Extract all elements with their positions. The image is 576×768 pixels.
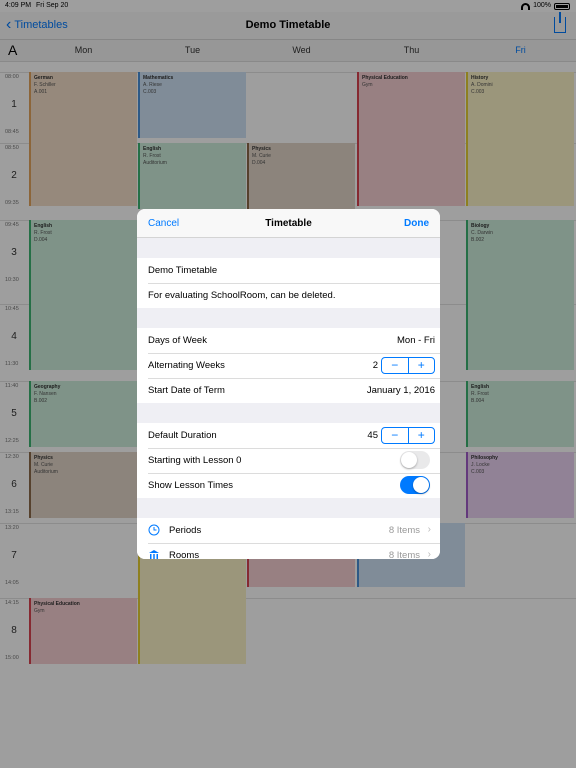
alternating-weeks-label: Alternating Weeks — [148, 360, 225, 371]
start-date-value: January 1, 2016 — [366, 385, 435, 396]
chevron-right-icon: › — [427, 524, 431, 535]
chevron-right-icon: › — [427, 549, 431, 559]
toggle-knob — [401, 452, 417, 468]
timetable-name-field[interactable]: Demo Timetable — [137, 258, 440, 283]
days-of-week-label: Days of Week — [148, 335, 207, 346]
show-lesson-times-row: Show Lesson Times — [137, 473, 440, 498]
alternating-weeks-row: Alternating Weeks 2 − + — [137, 353, 440, 378]
default-duration-row: Default Duration 45 − + — [137, 423, 440, 448]
done-button[interactable]: Done — [404, 218, 429, 229]
start-lesson-zero-row: Starting with Lesson 0 — [137, 448, 440, 473]
decrement-button[interactable]: − — [382, 428, 408, 443]
timetable-description-field[interactable]: For evaluating SchoolRoom, can be delete… — [137, 283, 440, 308]
increment-button[interactable]: + — [407, 358, 435, 373]
start-date-row[interactable]: Start Date of Term January 1, 2016 — [137, 378, 440, 403]
timetable-description-value: For evaluating SchoolRoom, can be delete… — [148, 290, 336, 301]
periods-row[interactable]: Periods 8 Items › — [137, 518, 440, 543]
increment-button[interactable]: + — [407, 428, 435, 443]
start-lesson-zero-toggle[interactable] — [400, 451, 430, 469]
rooms-count: 8 Items — [388, 550, 420, 559]
timetable-name-value: Demo Timetable — [148, 265, 218, 276]
show-lesson-times-label: Show Lesson Times — [148, 480, 234, 491]
alternating-weeks-stepper: − + — [381, 357, 435, 374]
periods-label: Periods — [169, 525, 202, 536]
start-lesson-zero-label: Starting with Lesson 0 — [148, 455, 242, 466]
default-duration-label: Default Duration — [148, 430, 217, 441]
clock-icon — [148, 524, 160, 536]
decrement-button[interactable]: − — [382, 358, 408, 373]
periods-count: 8 Items — [388, 525, 420, 536]
building-icon — [149, 550, 159, 559]
alternating-weeks-value: 2 — [372, 360, 378, 371]
timetable-settings-modal: Cancel Timetable Done Demo Timetable For… — [137, 209, 440, 559]
days-of-week-value: Mon - Fri — [397, 335, 435, 346]
modal-title: Timetable — [265, 218, 312, 229]
rooms-row[interactable]: Rooms 8 Items › — [137, 543, 440, 559]
start-date-label: Start Date of Term — [148, 385, 225, 396]
show-lesson-times-toggle[interactable] — [400, 476, 430, 494]
rooms-label: Rooms — [169, 550, 200, 559]
default-duration-stepper: − + — [381, 427, 435, 444]
toggle-knob — [413, 477, 429, 493]
days-of-week-row[interactable]: Days of Week Mon - Fri — [137, 328, 440, 353]
modal-header: Cancel Timetable Done — [137, 209, 440, 238]
default-duration-value: 45 — [367, 430, 378, 441]
